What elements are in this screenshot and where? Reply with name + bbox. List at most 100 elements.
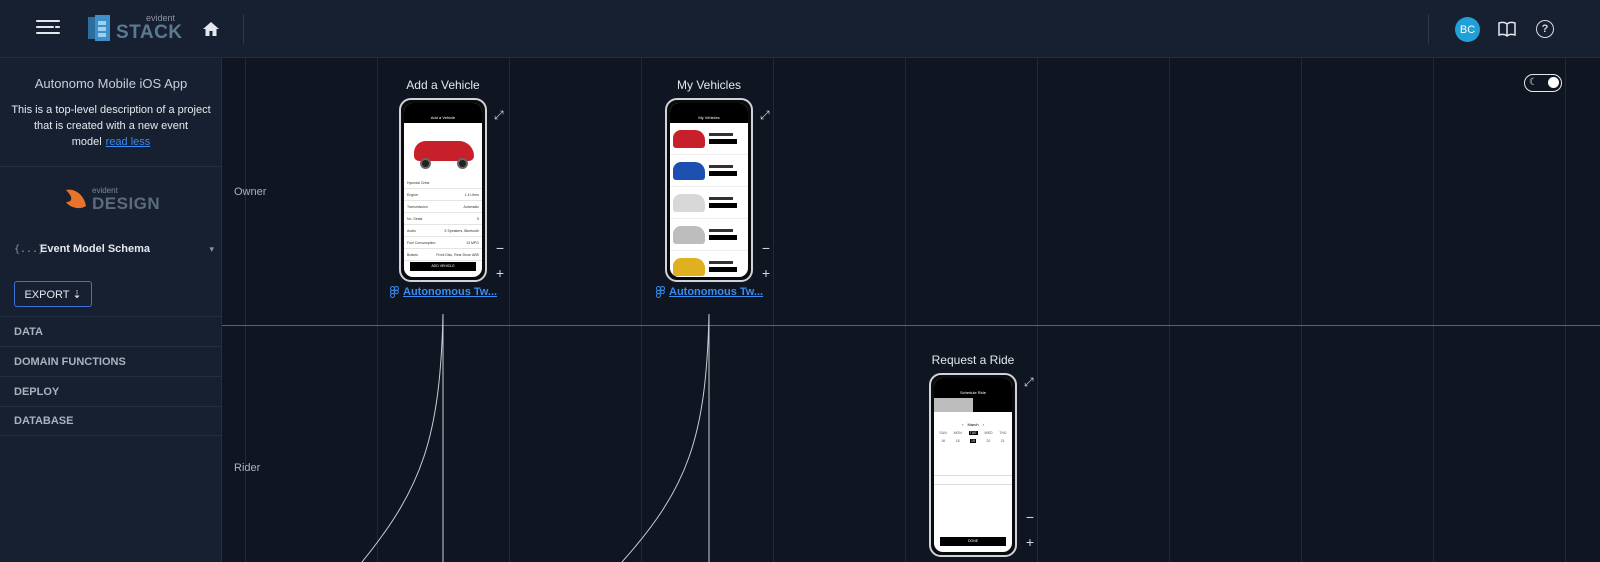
weekday: SUN xyxy=(939,431,947,435)
vehicle-name: Hyundai Creta xyxy=(404,177,482,189)
vehicle-name-text: Hyundai Creta xyxy=(407,180,430,185)
date: 20 xyxy=(986,439,991,443)
event-model-canvas[interactable]: Owner Rider ☾ Add a Vehicle Add a Vehicl… xyxy=(222,58,1600,562)
evident-stack-logo[interactable]: evident STACK xyxy=(88,14,183,42)
top-divider xyxy=(1428,14,1429,44)
zoom-out-button[interactable]: − xyxy=(760,241,772,255)
date: 18 xyxy=(955,439,960,443)
spec-row: Audio 5 Speakers, Bluetooth xyxy=(404,225,482,237)
home-icon[interactable] xyxy=(202,20,220,38)
zoom-in-button[interactable]: + xyxy=(494,266,506,280)
sidebar: Autonomo Mobile iOS App This is a top-le… xyxy=(0,58,222,562)
top-divider xyxy=(243,14,244,44)
list-item xyxy=(670,187,748,219)
spec-label: Transmission xyxy=(407,204,428,209)
project-description: This is a top-level description of a pro… xyxy=(10,102,212,150)
phone-mockup-my-vehicles[interactable]: My Vehicles xyxy=(665,98,753,282)
weekday: WED xyxy=(984,431,993,435)
spec-value: 5 xyxy=(477,216,479,221)
spec-label: Audio xyxy=(407,228,416,233)
export-button[interactable]: EXPORT ⇣ xyxy=(14,281,92,307)
book-icon[interactable] xyxy=(1497,20,1517,38)
read-less-link[interactable]: read less xyxy=(106,136,151,148)
spec-label: Fuel Consumption xyxy=(407,240,436,245)
sidebar-item-data[interactable]: DATA xyxy=(0,316,222,346)
menu-icon[interactable] xyxy=(36,20,60,38)
stack-logo-icon xyxy=(88,15,110,41)
zoom-in-button[interactable]: + xyxy=(760,266,772,280)
screen-title: My Vehicles xyxy=(676,78,742,92)
date: 16 xyxy=(941,439,946,443)
screen-title: Request a Ride xyxy=(931,353,1015,367)
design-logo-big-text: DESIGN xyxy=(92,193,161,213)
weekday: THU xyxy=(999,431,1007,435)
spec-label: No. Seats xyxy=(407,216,423,221)
schema-label: Event Model Schema xyxy=(40,243,151,255)
phone-mockup-add-vehicle[interactable]: Add a Vehicle Hyundai Creta Engine 1.4 Li… xyxy=(399,98,487,282)
spec-value: 13 MPG xyxy=(466,240,479,245)
month-selector: ‹ March › xyxy=(962,422,984,427)
app-header: Add a Vehicle xyxy=(404,113,482,123)
screen-title: Add a Vehicle xyxy=(406,78,480,92)
add-vehicle-button: ADD VEHICLE xyxy=(410,262,476,271)
ride-tabs xyxy=(934,398,1012,412)
list-item xyxy=(670,123,748,155)
app-header: My Vehicles xyxy=(670,113,748,123)
project-title: Autonomo Mobile iOS App xyxy=(34,76,188,91)
phone-notch xyxy=(696,103,722,109)
date-row: 16 18 19 20 21 xyxy=(934,437,1012,445)
zoom-in-button[interactable]: + xyxy=(1024,535,1036,549)
top-bar: evident STACK BC ? xyxy=(0,0,1600,58)
evident-design-logo[interactable]: evident DESIGN xyxy=(64,186,160,212)
design-logo-icon xyxy=(66,189,86,209)
spec-label: Engine xyxy=(407,192,418,197)
spec-row: Brakes Front Disc, Rear Drum ABS xyxy=(404,249,482,261)
list-item xyxy=(670,155,748,187)
phone-notch xyxy=(960,378,986,384)
event-model-schema-dropdown[interactable]: {...} Event Model Schema ▾ xyxy=(14,240,214,258)
help-icon[interactable]: ? xyxy=(1536,20,1554,38)
sidebar-item-domain-functions[interactable]: DOMAIN FUNCTIONS xyxy=(0,346,222,376)
sidebar-item-deploy[interactable]: DEPLOY xyxy=(0,376,222,406)
done-button: DONE xyxy=(940,537,1006,546)
expand-icon[interactable]: ⤢ xyxy=(760,109,772,121)
list-item xyxy=(670,251,748,277)
vehicle-image xyxy=(408,129,478,173)
figma-link-text: Autonomous Tw... xyxy=(669,286,764,298)
figma-icon xyxy=(390,286,399,298)
figma-link[interactable]: Autonomous Tw... xyxy=(656,286,763,298)
spec-value: Front Disc, Rear Drum ABS xyxy=(436,252,479,257)
expand-icon[interactable]: ⤢ xyxy=(1024,376,1036,388)
avatar[interactable]: BC xyxy=(1455,17,1480,42)
time-row xyxy=(934,475,1012,485)
month-label: March xyxy=(967,422,979,427)
spec-row: Engine 1.4 Litres xyxy=(404,189,482,201)
phone-mockup-request-ride[interactable]: Schedule Ride ‹ March › SUN MON TUE WED … xyxy=(929,373,1017,557)
phone-notch xyxy=(430,103,456,109)
weekday-row: SUN MON TUE WED THU xyxy=(934,429,1012,437)
zoom-out-button[interactable]: − xyxy=(494,241,506,255)
figma-link-text: Autonomous Tw... xyxy=(403,286,498,298)
date: 19 xyxy=(970,439,976,443)
divider xyxy=(0,166,222,167)
spec-value: 1.4 Litres xyxy=(464,192,479,197)
spec-row: Transmission Automatic xyxy=(404,201,482,213)
figma-link[interactable]: Autonomous Tw... xyxy=(390,286,497,298)
sidebar-item-database[interactable]: DATABASE xyxy=(0,406,222,436)
logo-big-text: STACK xyxy=(116,22,183,43)
weekday: MON xyxy=(953,431,962,435)
spec-value: Automatic xyxy=(463,204,479,209)
date: 21 xyxy=(1000,439,1005,443)
weekday: TUE xyxy=(968,431,978,435)
spec-label: Brakes xyxy=(407,252,418,257)
spec-value: 5 Speakers, Bluetooth xyxy=(444,228,479,233)
app-header: Schedule Ride xyxy=(934,388,1012,398)
chevron-down-icon: ▾ xyxy=(209,243,214,254)
expand-icon[interactable]: ⤢ xyxy=(494,109,506,121)
figma-icon xyxy=(656,286,665,298)
list-item xyxy=(670,219,748,251)
spec-row: Fuel Consumption 13 MPG xyxy=(404,237,482,249)
time-picker xyxy=(934,445,1012,475)
zoom-out-button[interactable]: − xyxy=(1024,510,1036,524)
spec-row: No. Seats 5 xyxy=(404,213,482,225)
